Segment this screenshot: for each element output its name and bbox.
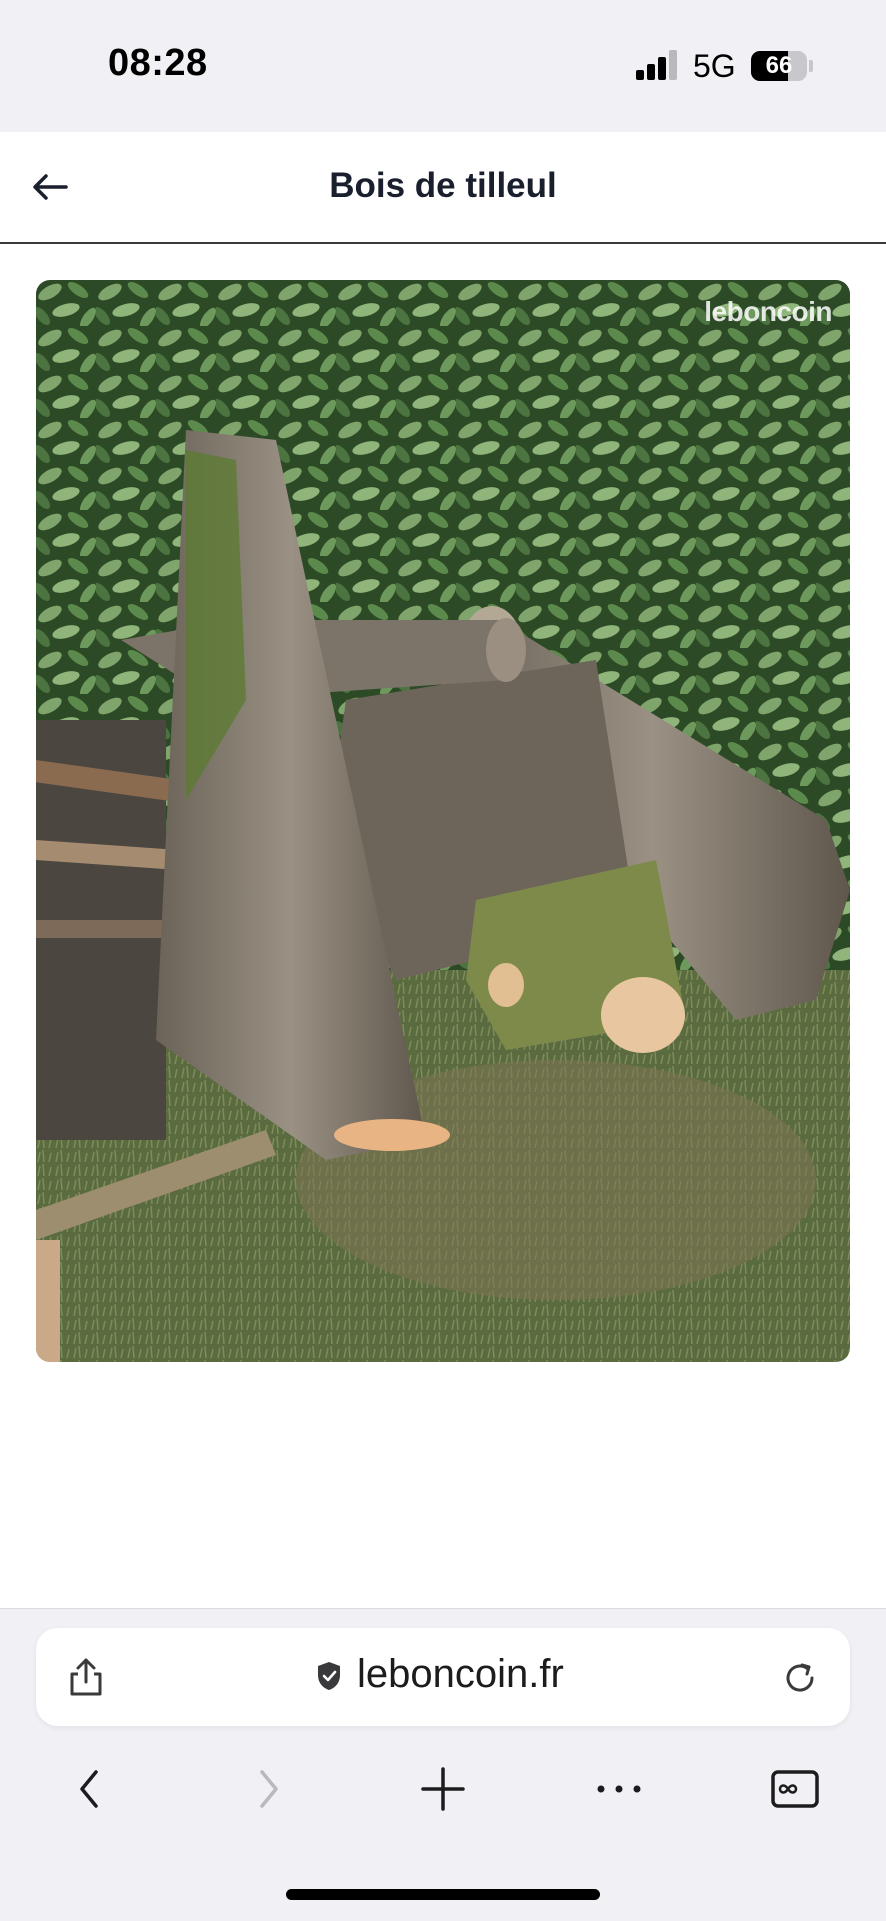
home-indicator[interactable] xyxy=(286,1889,600,1900)
share-button[interactable] xyxy=(66,1656,106,1698)
listing-photo[interactable]: leboncoin xyxy=(36,280,850,1362)
battery-percentage: 66 xyxy=(765,52,793,79)
share-icon xyxy=(70,1658,102,1696)
tabs-icon xyxy=(771,1770,819,1808)
page-title: Bois de tilleul xyxy=(329,166,557,205)
photo-image xyxy=(36,280,850,1362)
chevron-right-icon xyxy=(260,1770,278,1808)
new-tab-button[interactable] xyxy=(413,1766,473,1812)
more-button[interactable] xyxy=(589,1766,649,1812)
reload-icon xyxy=(786,1663,814,1692)
address-bar[interactable]: leboncoin.fr xyxy=(36,1628,850,1726)
url-text[interactable]: leboncoin.fr xyxy=(357,1652,564,1697)
status-bar: 08:28 5G 66 xyxy=(0,0,886,132)
reload-button[interactable] xyxy=(780,1658,820,1698)
chevron-left-icon xyxy=(80,1770,98,1808)
network-type: 5G xyxy=(693,48,736,84)
browser-back-button[interactable] xyxy=(60,1766,120,1812)
secure-site-indicator xyxy=(316,1660,342,1692)
plus-icon xyxy=(421,1767,465,1811)
cellular-signal-icon xyxy=(636,50,680,80)
tabs-button[interactable] xyxy=(765,1766,825,1812)
status-time: 08:28 xyxy=(108,42,208,84)
watermark: leboncoin xyxy=(704,296,832,327)
battery-cap xyxy=(809,60,813,72)
listing-header: Bois de tilleul xyxy=(0,132,886,244)
browser-forward-button[interactable] xyxy=(238,1766,298,1812)
shield-check-icon xyxy=(318,1662,340,1690)
battery-icon: 66 xyxy=(751,51,807,81)
more-icon xyxy=(597,1785,641,1793)
